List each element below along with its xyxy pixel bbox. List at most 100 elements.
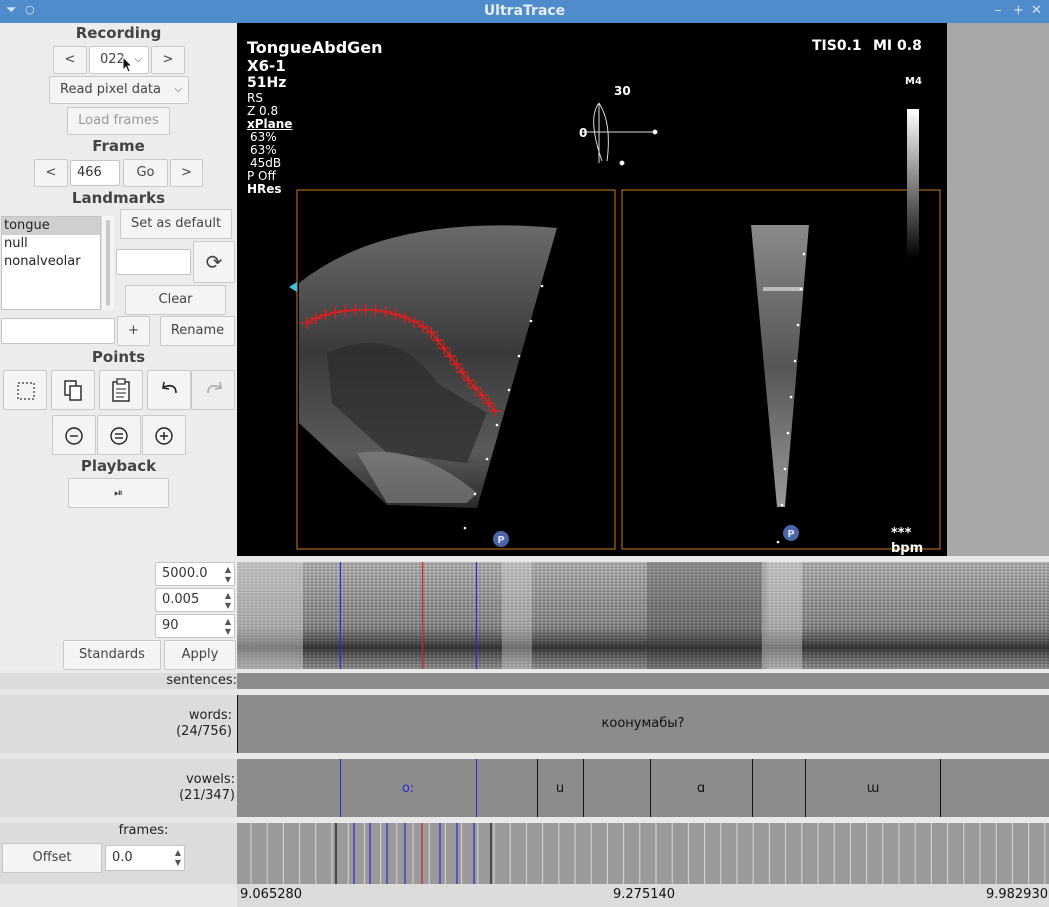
time-axis: 9.065280 9.275140 9.982930 <box>237 884 1049 907</box>
vowel-segment[interactable]: o: <box>402 781 414 796</box>
play-pause-button[interactable]: ⏯ <box>68 478 169 508</box>
spin-arrows-icon[interactable]: ▲ ▼ <box>225 617 231 637</box>
angle-indicator <box>582 102 658 166</box>
orientation-marker-icon <box>289 282 297 292</box>
undo-icon <box>162 381 177 394</box>
scale-label: M4 <box>905 76 922 87</box>
close-icon[interactable]: ✕ <box>1031 3 1042 18</box>
landmarks-title: Landmarks <box>71 189 166 207</box>
tier-boundary[interactable] <box>476 759 477 817</box>
offset-input[interactable]: 0.0 ▲ ▼ <box>105 845 185 871</box>
spectrogram-image[interactable] <box>237 562 1049 669</box>
new-landmark-input[interactable] <box>1 318 115 344</box>
spectrogram[interactable] <box>237 562 1049 669</box>
zoom-out-button[interactable] <box>52 415 96 455</box>
frame-title: Frame <box>92 137 145 155</box>
points-title: Points <box>91 348 146 366</box>
zoom-reset-icon <box>110 427 128 445</box>
dynamic-range-input[interactable]: 90 ▲ ▼ <box>155 614 235 638</box>
spin-arrows-icon[interactable]: ▲ ▼ <box>175 848 181 868</box>
max-frequency-input[interactable]: 5000.0 ▲ ▼ <box>155 562 235 586</box>
grayscale-bar <box>907 109 919 259</box>
landmark-item[interactable]: null <box>2 235 100 253</box>
undo-button[interactable] <box>147 370 191 410</box>
angle-top-label: 30 <box>614 84 631 98</box>
landmark-item[interactable]: tongue <box>2 217 100 235</box>
tis-value: TIS0.1 <box>812 38 862 54</box>
load-frames-button[interactable]: Load frames <box>67 107 170 135</box>
vowel-segment[interactable]: u <box>556 781 564 796</box>
select-area-button[interactable] <box>3 370 47 410</box>
prev-frame-button[interactable]: < <box>34 159 68 187</box>
minimize-icon[interactable]: – <box>995 3 1002 18</box>
tier-boundary[interactable] <box>237 695 238 753</box>
standards-button[interactable]: Standards <box>63 640 161 670</box>
apply-button[interactable]: Apply <box>164 640 236 670</box>
copy-icon <box>64 380 82 401</box>
clear-button[interactable]: Clear <box>125 285 226 315</box>
vowels-count: (21/347) <box>179 788 235 803</box>
play-pause-icon: ⏯ <box>114 486 123 499</box>
dynamic-range-value: 90 <box>162 618 179 633</box>
tier-boundary[interactable] <box>537 759 538 817</box>
chevron-down-icon: ⌵ <box>174 84 182 95</box>
title-bar: ⏷ ○ UltraTrace – + ✕ <box>0 0 1049 23</box>
word-segment[interactable]: коонумабы? <box>602 716 685 731</box>
sentences-tier-label: sentences: <box>0 673 237 689</box>
p-marker-left-label: P <box>497 535 504 546</box>
offset-button[interactable]: Offset <box>2 843 102 873</box>
offset-value: 0.0 <box>112 850 133 865</box>
tier-boundary[interactable] <box>650 759 651 817</box>
select-area-icon <box>17 382 35 400</box>
heart-rate: *** bpm <box>891 526 924 556</box>
sentences-tier[interactable] <box>237 673 1049 689</box>
next-recording-button[interactable]: > <box>151 46 185 74</box>
tier-boundary[interactable] <box>752 759 753 817</box>
go-frame-button[interactable]: Go <box>123 159 168 187</box>
zoom-reset-button[interactable] <box>97 415 141 455</box>
scan-params: RS Z 0.8 xPlane 63% 63% 45dB P Off HRes <box>247 92 292 196</box>
landmark-list[interactable]: tongue null nonalveolar <box>1 216 101 310</box>
next-frame-button[interactable]: > <box>170 159 203 187</box>
window-title: UltraTrace <box>483 3 566 19</box>
scrollbar-thumb[interactable] <box>106 220 110 306</box>
refresh-button[interactable]: ⟳ <box>193 241 235 283</box>
spin-arrows-icon[interactable]: ▲ ▼ <box>225 565 231 585</box>
frames-label: frames: <box>118 823 169 838</box>
frame-ticks[interactable] <box>237 823 1049 884</box>
window-length-value: 0.005 <box>162 592 200 607</box>
tier-boundary[interactable] <box>340 759 341 817</box>
frames-tier[interactable] <box>237 823 1049 884</box>
zoom-in-button[interactable] <box>142 415 186 455</box>
rename-button[interactable]: Rename <box>160 316 235 346</box>
tier-boundary[interactable] <box>940 759 941 817</box>
words-tier[interactable]: коонумабы? <box>237 695 1049 753</box>
window-length-input[interactable]: 0.005 ▲ ▼ <box>155 588 235 612</box>
add-landmark-button[interactable]: + <box>117 316 150 346</box>
copy-button[interactable] <box>51 370 95 410</box>
prev-recording-button[interactable]: < <box>53 46 87 74</box>
set-default-button[interactable]: Set as default <box>120 209 232 239</box>
ultrasound-viewer[interactable]: P P TongueAbdGen X6-1 51Hz RS Z 0.8 xPla… <box>237 23 947 556</box>
vowels-tier[interactable]: o: u ɑ ɯ <box>237 759 1049 817</box>
paste-button[interactable] <box>99 370 143 410</box>
angle-left-label: 0 <box>579 126 588 140</box>
frame-number-input[interactable]: 466 <box>70 160 120 186</box>
vowel-segment[interactable]: ɯ <box>867 781 880 796</box>
landmark-name-input[interactable] <box>116 249 191 275</box>
chevron-down-icon: ⌵ <box>134 54 142 65</box>
landmark-item[interactable]: nonalveolar <box>2 253 100 271</box>
maximize-icon[interactable]: + <box>1013 3 1024 18</box>
recording-select[interactable]: 022 ⌵ <box>89 46 149 74</box>
vowels-tier-label: vowels: (21/347) <box>0 759 237 817</box>
landmark-scrollbar[interactable] <box>101 216 114 310</box>
redo-icon <box>207 381 222 394</box>
tier-boundary[interactable] <box>583 759 584 817</box>
vowel-segment[interactable]: ɑ <box>697 781 705 796</box>
redo-button[interactable] <box>191 370 235 410</box>
viewer-margin <box>947 23 1049 556</box>
tier-boundary[interactable] <box>805 759 806 817</box>
ultrasound-image[interactable]: P P <box>237 23 947 556</box>
spin-arrows-icon[interactable]: ▲ ▼ <box>225 591 231 611</box>
read-mode-select[interactable]: Read pixel data ⌵ <box>49 76 189 104</box>
